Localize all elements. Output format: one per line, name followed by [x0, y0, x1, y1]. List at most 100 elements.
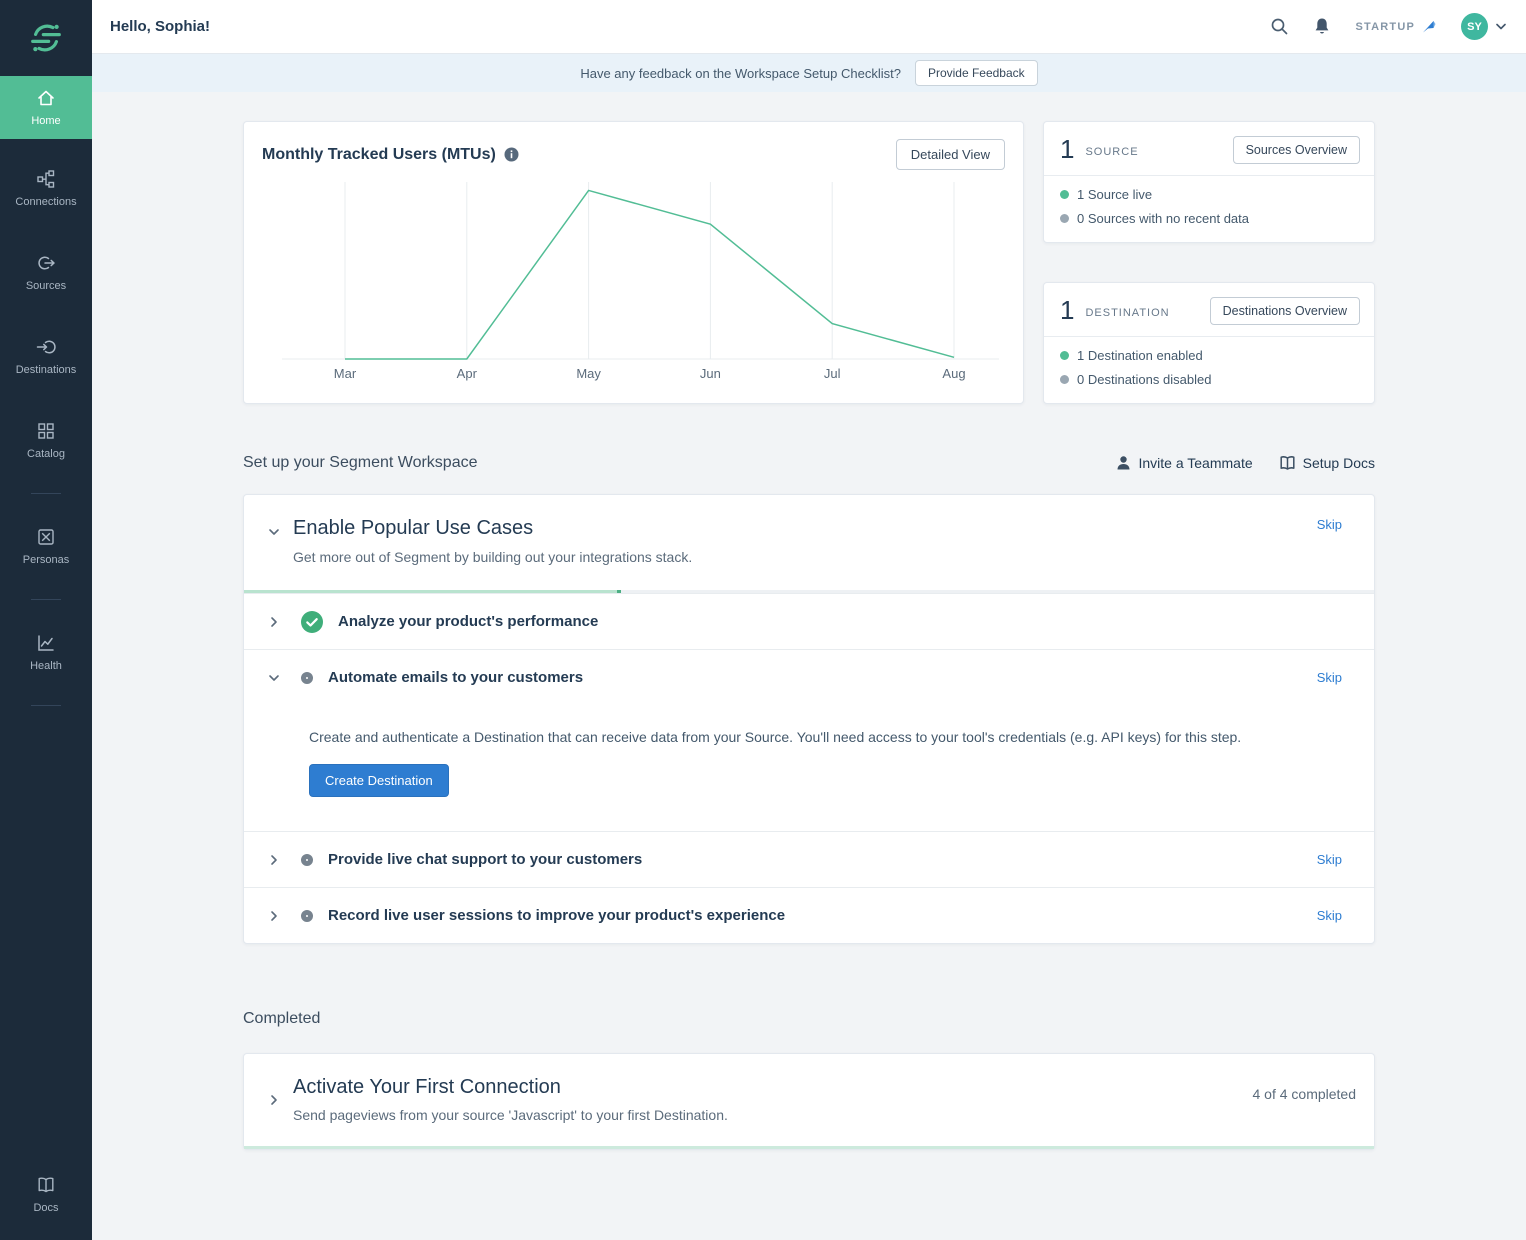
feedback-banner-text: Have any feedback on the Workspace Setup…	[580, 65, 901, 81]
catalog-icon	[38, 423, 54, 439]
use-cases-subtitle: Get more out of Segment by building out …	[293, 549, 693, 565]
svg-text:Mar: Mar	[334, 366, 357, 381]
use-cases-progress-fill	[244, 590, 621, 593]
destinations-overview-button[interactable]: Destinations Overview	[1209, 296, 1360, 325]
sidebar-item-personas[interactable]: Personas	[0, 515, 92, 578]
avatar: SY	[1461, 13, 1488, 40]
info-icon[interactable]	[504, 147, 519, 162]
sources-count: 1	[1060, 134, 1075, 164]
mtu-chart-card: Monthly Tracked Users (MTUs) Detailed Vi…	[243, 121, 1024, 404]
sidebar-item-label: Personas	[22, 554, 70, 566]
setup-docs-link[interactable]: Setup Docs	[1279, 455, 1375, 471]
sidebar-item-catalog[interactable]: Catalog	[0, 409, 92, 472]
feedback-banner: Have any feedback on the Workspace Setup…	[92, 54, 1526, 92]
use-cases-title: Enable Popular Use Cases	[293, 517, 534, 539]
destinations-overview-card: 1 DESTINATION Destinations Overview 1 De…	[1043, 282, 1375, 404]
task-row-live-chat[interactable]: Provide live chat support to your custom…	[244, 831, 1374, 887]
completed-progress-track	[244, 1146, 1374, 1149]
skip-link[interactable]: Skip	[1317, 852, 1342, 867]
task-row-record-sessions[interactable]: Record live user sessions to improve you…	[244, 887, 1374, 943]
svg-text:Aug: Aug	[942, 366, 965, 381]
sidebar-item-docs[interactable]: Docs	[0, 1163, 92, 1226]
segment-logo-icon	[31, 24, 61, 52]
task-row-analyze-performance[interactable]: Analyze your product's performance	[244, 593, 1374, 649]
sources-icon	[38, 256, 55, 270]
mtu-line-chart: Mar Apr May Jun Jul Aug	[282, 182, 999, 381]
skip-link[interactable]: Skip	[1317, 670, 1342, 685]
sidebar-divider	[31, 493, 61, 494]
chevron-right-icon[interactable]	[268, 616, 280, 628]
sidebar-divider	[31, 599, 61, 600]
status-dot-gray	[1060, 375, 1069, 384]
radio-circle-icon	[301, 671, 313, 684]
use-cases-header-row[interactable]: Enable Popular Use Cases Get more out of…	[244, 495, 1374, 593]
completed-section-title: Completed	[243, 1010, 321, 1027]
sidebar-divider	[31, 705, 61, 706]
radio-circle-icon	[301, 909, 313, 922]
completed-card[interactable]: Activate Your First Connection Send page…	[243, 1053, 1375, 1150]
sidebar-item-health[interactable]: Health	[0, 621, 92, 684]
task-title: Analyze your product's performance	[338, 613, 599, 630]
health-icon	[38, 635, 54, 651]
main-area: Hello, Sophia! STARTUP SY Have any feedb…	[92, 0, 1526, 1240]
sidebar-item-label: Docs	[33, 1202, 59, 1214]
greeting-text: Hello, Sophia!	[110, 18, 211, 35]
svg-text:May: May	[576, 366, 601, 381]
task-row-automate-emails[interactable]: Automate emails to your customers Skip	[244, 649, 1374, 705]
radio-circle-icon	[301, 853, 313, 866]
sidebar-item-label: Sources	[25, 280, 67, 292]
completed-card-title: Activate Your First Connection	[293, 1076, 561, 1098]
top-header: Hello, Sophia! STARTUP SY	[92, 0, 1526, 54]
destinations-label: DESTINATION	[1085, 306, 1170, 319]
sidebar-item-label: Health	[30, 660, 62, 672]
destination-stat-enabled: 1 Destination enabled	[1060, 348, 1358, 363]
sources-overview-button[interactable]: Sources Overview	[1232, 135, 1360, 164]
sidebar-item-label: Catalog	[27, 448, 65, 460]
notifications-button[interactable]	[1313, 17, 1331, 36]
sidebar-item-label: Home	[31, 115, 61, 127]
bell-icon	[1316, 18, 1329, 34]
chevron-down-icon	[1496, 23, 1506, 30]
chevron-down-icon[interactable]	[268, 526, 280, 538]
sidebar: Home Connections Sources Destinations Ca…	[0, 0, 92, 1240]
chart-title: Monthly Tracked Users (MTUs)	[262, 145, 496, 163]
destination-stat-disabled: 0 Destinations disabled	[1060, 372, 1358, 387]
sidebar-item-sources[interactable]: Sources	[0, 241, 92, 304]
create-destination-button[interactable]: Create Destination	[309, 764, 449, 797]
chevron-right-icon[interactable]	[268, 1094, 280, 1106]
detailed-view-button[interactable]: Detailed View	[895, 139, 1005, 170]
sidebar-item-destinations[interactable]: Destinations	[0, 325, 92, 388]
setup-checklist-card: Enable Popular Use Cases Get more out of…	[243, 494, 1375, 944]
check-circle-icon	[301, 610, 323, 633]
task-title: Record live user sessions to improve you…	[328, 907, 786, 924]
chevron-down-icon[interactable]	[268, 672, 280, 684]
search-icon	[1272, 18, 1288, 35]
sidebar-item-label: Destinations	[15, 364, 77, 376]
completed-status: 4 of 4 completed	[1252, 1086, 1356, 1102]
user-menu[interactable]: SY	[1461, 13, 1506, 40]
chevron-right-icon[interactable]	[268, 910, 280, 922]
chevron-right-icon[interactable]	[268, 854, 280, 866]
personas-icon	[38, 529, 54, 545]
plan-badge[interactable]: STARTUP	[1355, 19, 1437, 34]
invite-teammate-link[interactable]: Invite a Teammate	[1116, 455, 1253, 471]
search-button[interactable]	[1270, 17, 1289, 36]
svg-text:Jul: Jul	[824, 366, 841, 381]
completed-card-subtitle: Send pageviews from your source 'Javascr…	[293, 1107, 728, 1123]
source-stat-norecent: 0 Sources with no recent data	[1060, 211, 1358, 226]
page-content: Monthly Tracked Users (MTUs) Detailed Vi…	[92, 92, 1526, 1240]
connections-icon	[37, 170, 55, 188]
setup-section-title: Set up your Segment Workspace	[243, 454, 478, 471]
segment-logo[interactable]	[0, 0, 92, 76]
sidebar-item-connections[interactable]: Connections	[0, 157, 92, 220]
skip-link[interactable]: Skip	[1317, 908, 1342, 923]
sidebar-nav: Home Connections Sources Destinations Ca…	[0, 76, 92, 727]
book-icon	[1280, 456, 1295, 470]
app-window: Home Connections Sources Destinations Ca…	[0, 0, 1526, 1240]
skip-link[interactable]: Skip	[1317, 517, 1342, 532]
provide-feedback-button[interactable]: Provide Feedback	[914, 60, 1038, 86]
destinations-count: 1	[1060, 295, 1075, 325]
svg-text:Jun: Jun	[700, 366, 721, 381]
sidebar-item-home[interactable]: Home	[0, 76, 92, 139]
home-icon	[38, 90, 54, 106]
